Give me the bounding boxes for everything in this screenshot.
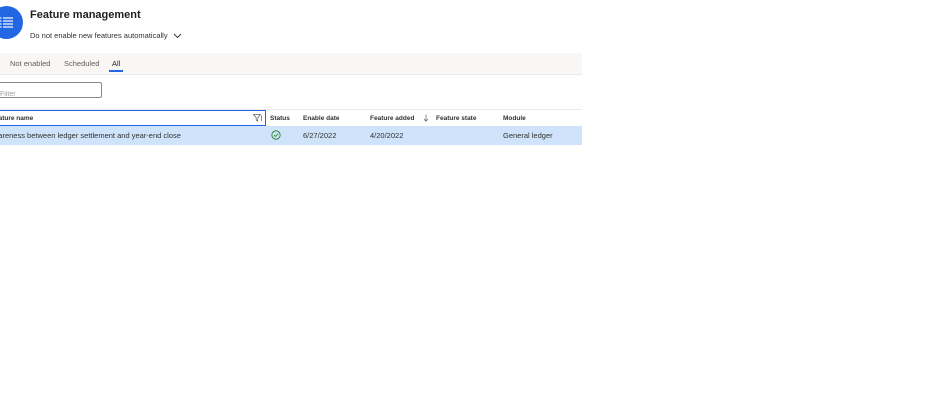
- active-tab-indicator: [109, 70, 123, 72]
- column-header-feature-added[interactable]: Feature added: [370, 110, 414, 127]
- tab-scheduled[interactable]: Scheduled: [64, 59, 99, 68]
- filter-input-container: [0, 82, 102, 102]
- cell-feature-added: 4/20/2022: [370, 131, 404, 140]
- tab-bar: Not enabled Scheduled All: [0, 53, 582, 75]
- page-title: Feature management: [30, 9, 141, 21]
- cell-enable-date: 6/27/2022: [303, 131, 337, 140]
- chevron-down-icon: [173, 33, 181, 39]
- column-header-module[interactable]: Module: [503, 110, 526, 127]
- table-row[interactable]: Awareness between ledger settlement and …: [0, 126, 582, 145]
- check-circle-icon: [271, 130, 281, 140]
- page-header: Feature management Do not enable new fea…: [0, 0, 582, 52]
- sort-descending-icon: [423, 114, 429, 122]
- tab-not-enabled[interactable]: Not enabled: [10, 59, 50, 68]
- column-header-feature-name[interactable]: Feature name: [0, 110, 33, 127]
- cell-feature-name: Awareness between ledger settlement and …: [0, 131, 181, 140]
- grid-header: Feature name Status Enable date Feature …: [0, 109, 582, 127]
- cell-module: General ledger: [503, 131, 553, 140]
- column-header-enable-date[interactable]: Enable date: [303, 110, 339, 127]
- auto-enable-dropdown[interactable]: Do not enable new features automatically: [30, 29, 182, 41]
- column-header-focus: [0, 110, 266, 126]
- column-header-feature-state[interactable]: Feature state: [436, 110, 476, 127]
- tab-all[interactable]: All: [112, 59, 120, 68]
- auto-enable-label: Do not enable new features automatically: [30, 30, 168, 40]
- filter-icon[interactable]: [253, 114, 263, 122]
- filter-input[interactable]: [0, 87, 101, 102]
- column-header-status[interactable]: Status: [270, 110, 290, 127]
- list-icon: [0, 6, 23, 39]
